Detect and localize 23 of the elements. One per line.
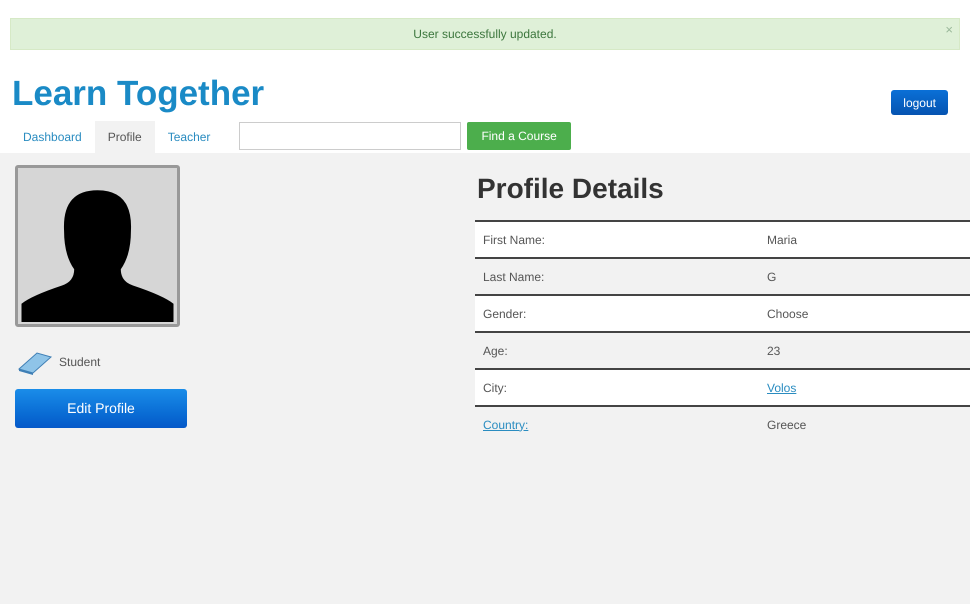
find-course-button[interactable]: Find a Course xyxy=(467,122,571,150)
table-cell-text: 23 xyxy=(767,342,780,360)
nav-tab[interactable]: Profile xyxy=(94,121,155,153)
site-title: Learn Together xyxy=(12,76,264,111)
nav-tab[interactable]: Teacher xyxy=(154,121,224,153)
role-label: Student xyxy=(59,354,100,371)
table-cell: First Name: xyxy=(483,232,546,246)
table-cell-text: Maria xyxy=(767,232,798,248)
table-cell-text: G xyxy=(767,268,776,286)
table-link[interactable]: Volos xyxy=(767,378,796,396)
alert-message: User successfully updated. xyxy=(413,26,557,43)
search-field[interactable] xyxy=(239,122,462,150)
table-cell-text: Choose xyxy=(767,306,808,322)
table-cell: Gender: xyxy=(483,306,526,320)
logout-button[interactable]: logout xyxy=(891,90,948,115)
section-heading: Profile Details xyxy=(477,175,665,203)
table-cell: Age: xyxy=(483,344,508,358)
table-cell: City: xyxy=(483,380,507,394)
nav-tab[interactable]: Dashboard xyxy=(10,121,95,153)
table-cell-text: Greece xyxy=(767,416,806,434)
edit-profile-button[interactable]: Edit Profile xyxy=(15,389,187,428)
table-link[interactable]: Country: xyxy=(483,418,528,432)
table-cell: Last Name: xyxy=(483,270,544,284)
